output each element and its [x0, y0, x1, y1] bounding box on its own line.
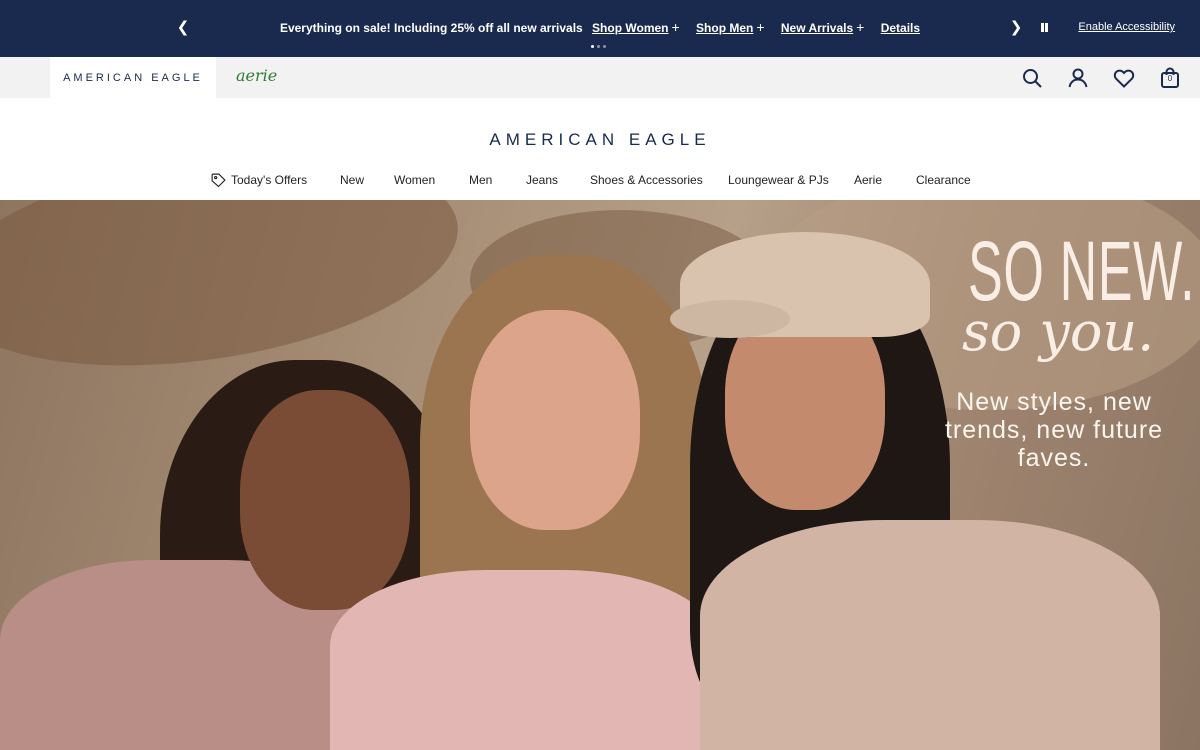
nav-item-clearance[interactable]: Clearance [916, 173, 971, 187]
nav-item-new[interactable]: New [340, 173, 364, 187]
bag-count: 0 [1167, 73, 1173, 83]
plus-icon: + [856, 19, 865, 35]
nav-item-loungewear-pjs[interactable]: Loungewear & PJs [728, 173, 829, 187]
plus-icon: + [756, 19, 765, 35]
nav-item-women[interactable]: Women [394, 173, 435, 187]
hero-script-headline: so you. [962, 300, 1155, 363]
hero-subtext: New styles, new trends, new future faves… [944, 388, 1164, 472]
nav-item-jeans[interactable]: Jeans [526, 173, 558, 187]
nav-item-men[interactable]: Men [469, 173, 492, 187]
promo-message: Everything on sale! Including 25% off al… [279, 21, 583, 35]
site-logo[interactable]: AMERICAN EAGLE [0, 130, 1200, 150]
search-icon[interactable] [1020, 66, 1044, 90]
hero-background-shape [0, 200, 472, 396]
slide-dot[interactable] [597, 45, 600, 48]
american-eagle-tab-label: AMERICAN EAGLE [63, 71, 203, 84]
chevron-right-icon[interactable]: ❯ [1006, 17, 1026, 39]
shop-women-link[interactable]: Shop Women [592, 21, 668, 35]
pause-icon[interactable] [1036, 17, 1052, 39]
nav-item-todays-offers[interactable]: Today's Offers [231, 173, 307, 187]
user-icon[interactable] [1066, 66, 1090, 90]
nav-item-shoes-accessories[interactable]: Shoes & Accessories [590, 173, 703, 187]
nav-item-aerie[interactable]: Aerie [854, 173, 882, 187]
bag-icon[interactable]: 0 [1158, 66, 1182, 90]
aerie-tab[interactable]: aerie [236, 66, 277, 85]
american-eagle-tab[interactable]: AMERICAN EAGLE [50, 57, 216, 98]
header-icons: 0 [998, 57, 1182, 98]
promo-banner: ❮ Everything on sale! Including 25% off … [0, 0, 1200, 57]
enable-accessibility-link[interactable]: Enable Accessibility [1078, 21, 1175, 33]
brand-switcher-bar: AMERICAN EAGLE aerie 0 [0, 57, 1200, 98]
new-arrivals-link[interactable]: New Arrivals [781, 21, 853, 35]
plus-icon: + [671, 19, 680, 35]
hero-banner[interactable]: SO NEW. so you. New styles, new trends, … [0, 200, 1200, 750]
shop-men-link[interactable]: Shop Men [696, 21, 753, 35]
tag-icon [211, 173, 226, 188]
slide-dot[interactable] [603, 45, 606, 48]
slide-dot[interactable] [591, 45, 594, 48]
slide-indicator [591, 45, 611, 49]
details-link[interactable]: Details [881, 21, 920, 35]
main-nav: Today's Offers New Women Men Jeans Shoes… [0, 162, 1200, 200]
heart-icon[interactable] [1112, 66, 1136, 90]
